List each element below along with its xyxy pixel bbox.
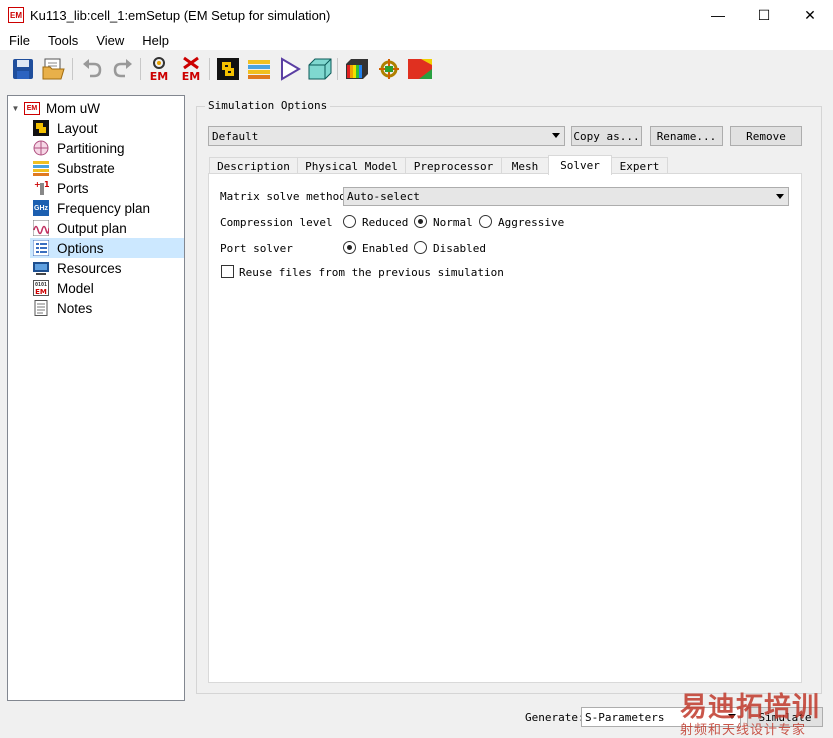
tab-preprocessor[interactable]: Preprocessor <box>405 157 502 174</box>
title-bar: EM Ku113_lib:cell_1:emSetup (EM Setup fo… <box>0 0 833 30</box>
ports-icon: +1 <box>33 180 49 196</box>
menu-view[interactable]: View <box>87 33 133 48</box>
tree-item-options[interactable]: Options <box>30 238 184 258</box>
tree-item-substrate[interactable]: Substrate <box>30 158 184 178</box>
preset-select[interactable]: Default <box>208 126 565 146</box>
save-icon[interactable] <box>10 56 36 82</box>
schematic-symbol-icon[interactable] <box>277 56 303 82</box>
tree-root-mom-uw[interactable]: ▼ EM Mom uW <box>10 99 100 117</box>
menu-file[interactable]: File <box>0 33 39 48</box>
matrix-solve-value: Auto-select <box>347 190 420 203</box>
em-simulate-icon[interactable]: EM <box>146 56 172 82</box>
menu-bar: File Tools View Help <box>0 30 833 50</box>
chevron-down-icon <box>552 133 560 138</box>
svg-text:EM: EM <box>182 70 200 82</box>
window-controls: — ☐ ✕ <box>695 0 833 30</box>
em-badge-icon: EM <box>24 101 40 115</box>
rename-button[interactable]: Rename... <box>650 126 723 146</box>
chevron-down-icon <box>776 193 784 199</box>
tab-solver[interactable]: Solver <box>548 155 612 175</box>
menu-tools[interactable]: Tools <box>39 33 87 48</box>
tree-item-frequency-plan[interactable]: GHz Frequency plan <box>30 198 184 218</box>
tree-root-label: Mom uW <box>46 100 100 116</box>
svg-text:1: 1 <box>44 180 49 189</box>
port-disabled-label[interactable]: Disabled <box>433 242 486 255</box>
mesh-icon[interactable] <box>376 56 402 82</box>
tree-item-notes[interactable]: Notes <box>30 298 184 318</box>
layout-icon[interactable] <box>215 56 241 82</box>
collapse-icon[interactable]: ▼ <box>10 103 21 114</box>
tree-item-output-plan[interactable]: Output plan <box>30 218 184 238</box>
tab-description[interactable]: Description <box>209 157 298 174</box>
matrix-solve-select[interactable]: Auto-select <box>343 187 789 206</box>
close-button[interactable]: ✕ <box>787 0 833 30</box>
tab-mesh[interactable]: Mesh <box>501 157 549 174</box>
copy-as-button[interactable]: Copy as... <box>571 126 642 146</box>
redo-icon[interactable] <box>110 56 136 82</box>
app-icon: EM <box>8 7 24 23</box>
compression-reduced-label[interactable]: Reduced <box>362 216 408 229</box>
compression-normal-label[interactable]: Normal <box>433 216 473 229</box>
svg-text:+: + <box>34 180 41 189</box>
generate-value: S-Parameters <box>585 710 665 724</box>
menu-help[interactable]: Help <box>133 33 178 48</box>
resources-icon <box>33 260 49 276</box>
generate-label: Generate: <box>525 711 585 724</box>
tab-expert[interactable]: Expert <box>611 157 668 174</box>
watermark: 易迪拓培训 射频和天线设计专家 <box>676 683 833 738</box>
port-solver-label: Port solver <box>220 242 293 255</box>
svg-text:EM: EM <box>150 70 168 82</box>
simulation-options-title: Simulation Options <box>205 99 331 112</box>
tab-physical-model[interactable]: Physical Model <box>297 157 406 174</box>
solver-tab-panel <box>208 173 802 683</box>
preset-value: Default <box>212 129 259 143</box>
port-enabled-label[interactable]: Enabled <box>362 242 408 255</box>
reuse-files-checkbox[interactable] <box>221 265 234 278</box>
em-stop-icon[interactable]: EM <box>178 56 204 82</box>
tree-item-model[interactable]: 0101 EM Model <box>30 278 184 298</box>
layout-icon <box>33 120 49 136</box>
compression-aggressive-radio[interactable] <box>479 215 492 228</box>
substrate-icon[interactable] <box>246 56 272 82</box>
options-icon <box>33 240 49 256</box>
watermark-subtitle: 射频和天线设计专家 <box>680 723 807 738</box>
compression-aggressive-label[interactable]: Aggressive <box>498 216 564 229</box>
toolbar: EM EM <box>0 52 833 86</box>
tree-item-resources[interactable]: Resources <box>30 258 184 278</box>
maximize-button[interactable]: ☐ <box>741 0 787 30</box>
tree-item-ports[interactable]: +1 Ports <box>30 178 184 198</box>
3d-view-icon[interactable] <box>307 56 333 82</box>
port-enabled-radio[interactable] <box>343 241 356 254</box>
partitioning-icon <box>33 140 49 156</box>
compression-level-label: Compression level <box>220 216 333 229</box>
matrix-solve-label: Matrix solve method <box>220 190 346 203</box>
reuse-files-label[interactable]: Reuse files from the previous simulation <box>239 266 504 279</box>
field-plot-icon[interactable] <box>407 56 433 82</box>
setup-tree: ▼ EM Mom uW Layout Partitioning Substrat… <box>7 95 185 701</box>
compression-reduced-radio[interactable] <box>343 215 356 228</box>
compression-normal-radio[interactable] <box>414 215 427 228</box>
undo-icon[interactable] <box>79 56 105 82</box>
tree-item-layout[interactable]: Layout <box>30 118 184 138</box>
visualization-icon[interactable] <box>344 56 370 82</box>
ghz-icon: GHz <box>33 200 49 216</box>
output-plan-icon <box>33 220 49 236</box>
open-icon[interactable] <box>41 56 67 82</box>
notes-icon <box>33 300 49 316</box>
remove-button[interactable]: Remove <box>730 126 802 146</box>
port-disabled-radio[interactable] <box>414 241 427 254</box>
model-icon: 0101 EM <box>33 280 49 296</box>
window-title: Ku113_lib:cell_1:emSetup (EM Setup for s… <box>30 7 331 23</box>
substrate-icon <box>33 160 49 176</box>
tree-item-partitioning[interactable]: Partitioning <box>30 138 184 158</box>
svg-text:EM: EM <box>35 288 47 296</box>
minimize-button[interactable]: — <box>695 0 741 30</box>
